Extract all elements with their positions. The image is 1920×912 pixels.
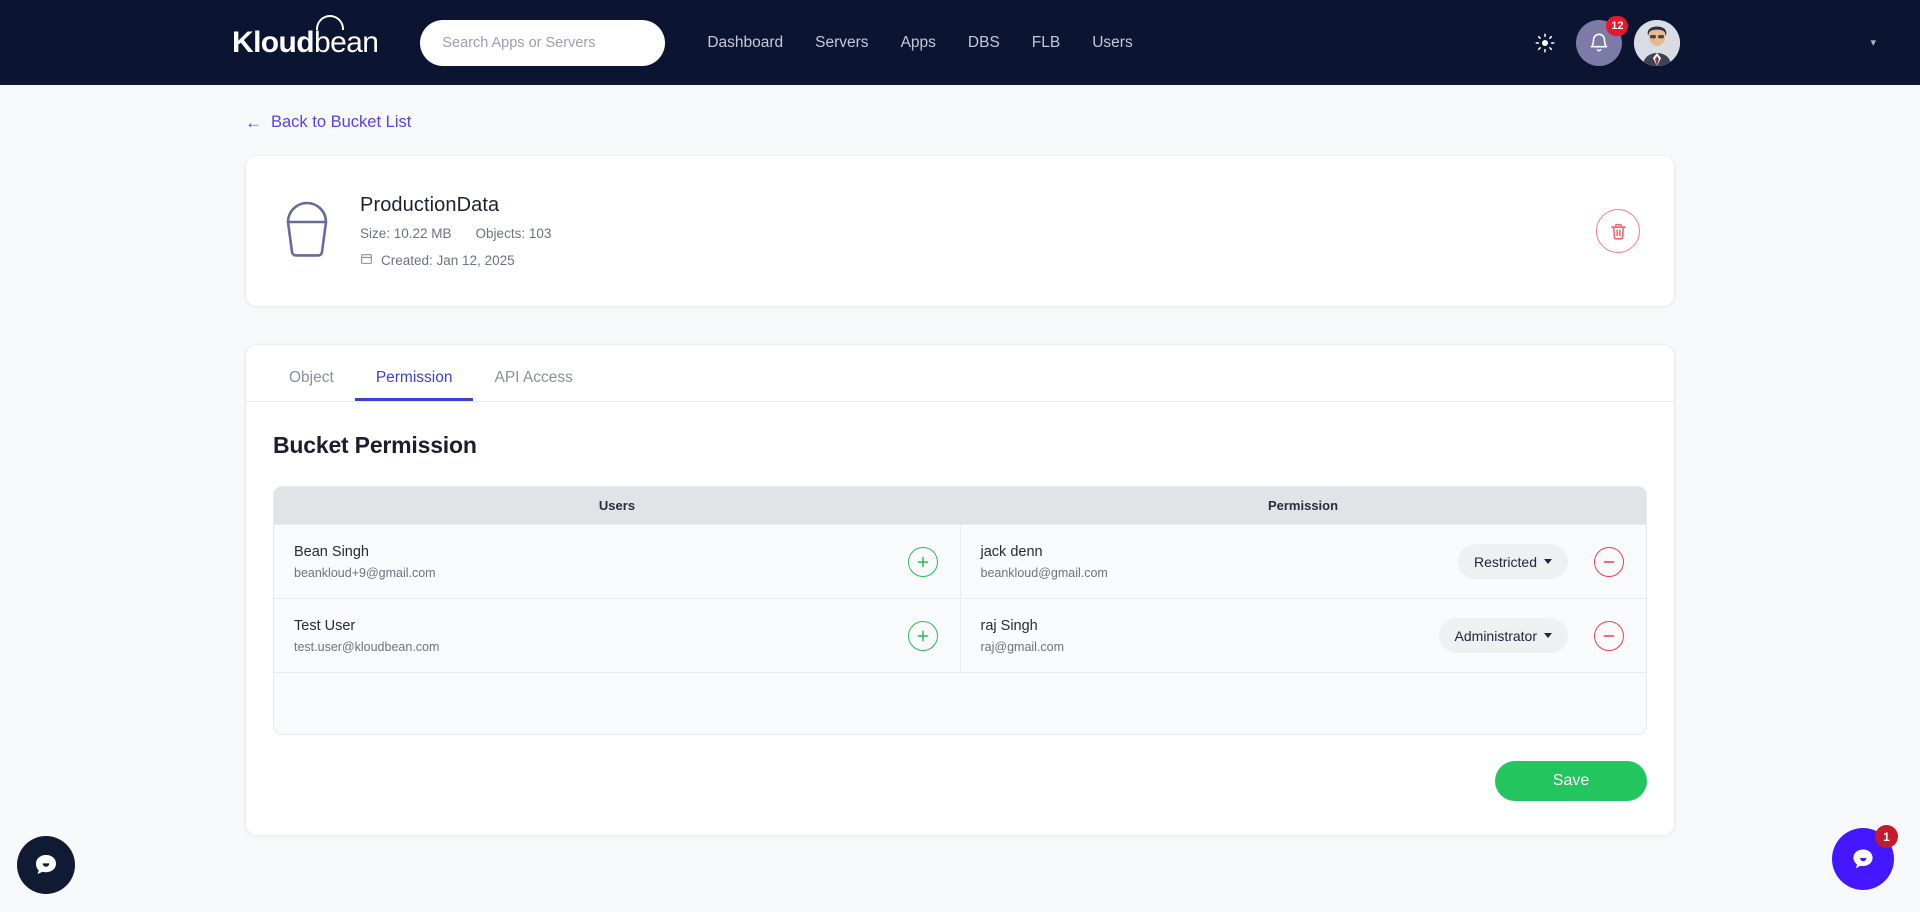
- table-row: Test User test.user@kloudbean.com raj Si…: [274, 598, 1646, 672]
- nav-link-servers[interactable]: Servers: [815, 34, 868, 52]
- cloud-icon: [316, 14, 344, 30]
- member-email: raj@gmail.com: [980, 639, 1065, 654]
- user-name: Test User: [294, 618, 356, 635]
- user-email: test.user@kloudbean.com: [294, 639, 440, 654]
- user-email: beankloud+9@gmail.com: [294, 565, 436, 580]
- chat-unread-badge: 1: [1875, 825, 1898, 848]
- remove-member-button[interactable]: [1594, 620, 1624, 651]
- permission-dropdown-value: Restricted: [1473, 553, 1537, 570]
- permission-dropdown[interactable]: Restricted: [1457, 544, 1568, 579]
- minus-icon: [1603, 560, 1615, 563]
- chevron-down-icon: [1544, 559, 1552, 564]
- member-name: jack denn: [980, 544, 1043, 561]
- nav-link-apps[interactable]: Apps: [901, 34, 936, 52]
- save-button[interactable]: Save: [1495, 761, 1647, 801]
- calendar-icon: [360, 252, 373, 268]
- member-info: jack denn beankloud@gmail.com: [981, 543, 1458, 580]
- user-info: Test User test.user@kloudbean.com: [294, 617, 908, 654]
- plus-icon: [917, 556, 928, 567]
- search-input[interactable]: [420, 19, 666, 66]
- member-name: raj Singh: [980, 618, 1038, 635]
- users-cell: Bean Singh beankloud+9@gmail.com: [274, 525, 961, 598]
- user-info: Bean Singh beankloud+9@gmail.com: [294, 543, 908, 580]
- arrow-left-icon: ←: [245, 113, 262, 132]
- avatar[interactable]: [1634, 19, 1681, 66]
- minus-icon: [1603, 634, 1615, 637]
- notification-badge: 12: [1606, 15, 1629, 36]
- save-row: Save: [246, 761, 1647, 801]
- add-user-button[interactable]: [907, 620, 938, 651]
- chat-bubble-icon: [36, 855, 56, 874]
- navbar-right-group: 12 ▾: [1528, 15, 1880, 66]
- nav-link-dashboard[interactable]: Dashboard: [707, 34, 783, 52]
- table-header-row: Users Permission: [274, 487, 1646, 524]
- permission-cell: raj Singh raj@gmail.com Administrator: [961, 599, 1647, 672]
- permission-table: Users Permission Bean Singh beankloud+9@…: [273, 486, 1647, 735]
- bucket-name: ProductionData: [360, 194, 500, 216]
- column-header-users: Users: [598, 498, 636, 513]
- tab-bar: Object Permission API Access: [246, 345, 1674, 402]
- delete-bucket-button[interactable]: [1596, 209, 1640, 253]
- trash-icon: [1610, 223, 1626, 240]
- user-name: Bean Singh: [294, 544, 369, 561]
- tab-permission[interactable]: Permission: [354, 369, 474, 401]
- navbar-left-group: Kloudbean Dashboard Servers Apps DBS FLB…: [0, 14, 1133, 66]
- kloudbean-logo[interactable]: Kloud bean: [232, 14, 379, 60]
- chat-bubble-icon: [1853, 849, 1873, 869]
- nav-link-dbs[interactable]: DBS: [968, 34, 1000, 52]
- sun-icon[interactable]: [1528, 26, 1562, 60]
- back-link-label: Back to Bucket List: [271, 113, 412, 131]
- table-row: Bean Singh beankloud+9@gmail.com jack de…: [274, 524, 1646, 598]
- back-to-bucket-list-link[interactable]: ← Back to Bucket List: [245, 113, 411, 132]
- bucket-meta: Size: 10.22 MB Objects: 103: [360, 226, 1596, 241]
- bucket-details-panel: Object Permission API Access Bucket Perm…: [245, 344, 1675, 836]
- bucket-created-label: Created: Jan 12, 2025: [381, 252, 515, 268]
- bucket-objects: Objects: 103: [475, 226, 552, 241]
- page-title: Bucket Permission: [273, 432, 477, 458]
- permission-cell: jack denn beankloud@gmail.com Restricted: [961, 525, 1647, 598]
- bell-icon: [1591, 33, 1608, 51]
- chevron-down-icon[interactable]: ▾: [1870, 36, 1876, 49]
- bucket-created: Created: Jan 12, 2025: [360, 252, 1596, 268]
- bucket-summary-card: ProductionData Size: 10.22 MB Objects: 1…: [245, 155, 1675, 307]
- permission-dropdown-value: Administrator: [1454, 627, 1537, 644]
- plus-icon: [917, 630, 928, 641]
- nav-link-flb[interactable]: FLB: [1032, 34, 1060, 52]
- permission-dropdown[interactable]: Administrator: [1438, 618, 1568, 653]
- member-email: beankloud@gmail.com: [980, 565, 1108, 580]
- nav-link-users[interactable]: Users: [1092, 34, 1132, 52]
- member-info: raj Singh raj@gmail.com: [981, 617, 1439, 654]
- navbar-links: Dashboard Servers Apps DBS FLB Users: [707, 34, 1132, 52]
- users-cell: Test User test.user@kloudbean.com: [274, 599, 961, 672]
- chat-widget-launcher[interactable]: 1: [1832, 825, 1898, 890]
- support-chat-launcher[interactable]: [17, 836, 75, 894]
- bucket-info: ProductionData Size: 10.22 MB Objects: 1…: [360, 194, 1596, 268]
- bucket-size: Size: 10.22 MB: [360, 226, 452, 241]
- remove-member-button[interactable]: [1594, 546, 1624, 577]
- add-user-button[interactable]: [907, 546, 938, 577]
- logo-text-secondary: bean: [313, 25, 379, 59]
- tab-api-access[interactable]: API Access: [473, 369, 593, 402]
- column-header-permission: Permission: [1267, 498, 1339, 513]
- bucket-icon: [276, 200, 338, 262]
- top-navbar: Kloudbean Dashboard Servers Apps DBS FLB…: [0, 0, 1920, 85]
- notifications-button[interactable]: 12: [1576, 15, 1629, 66]
- tab-object[interactable]: Object: [268, 369, 355, 402]
- page-container: ← Back to Bucket List ProductionData Siz…: [0, 85, 1920, 836]
- logo-text-primary: Kloud: [232, 25, 315, 59]
- table-empty-area: [274, 672, 1646, 734]
- chevron-down-icon: [1544, 633, 1552, 638]
